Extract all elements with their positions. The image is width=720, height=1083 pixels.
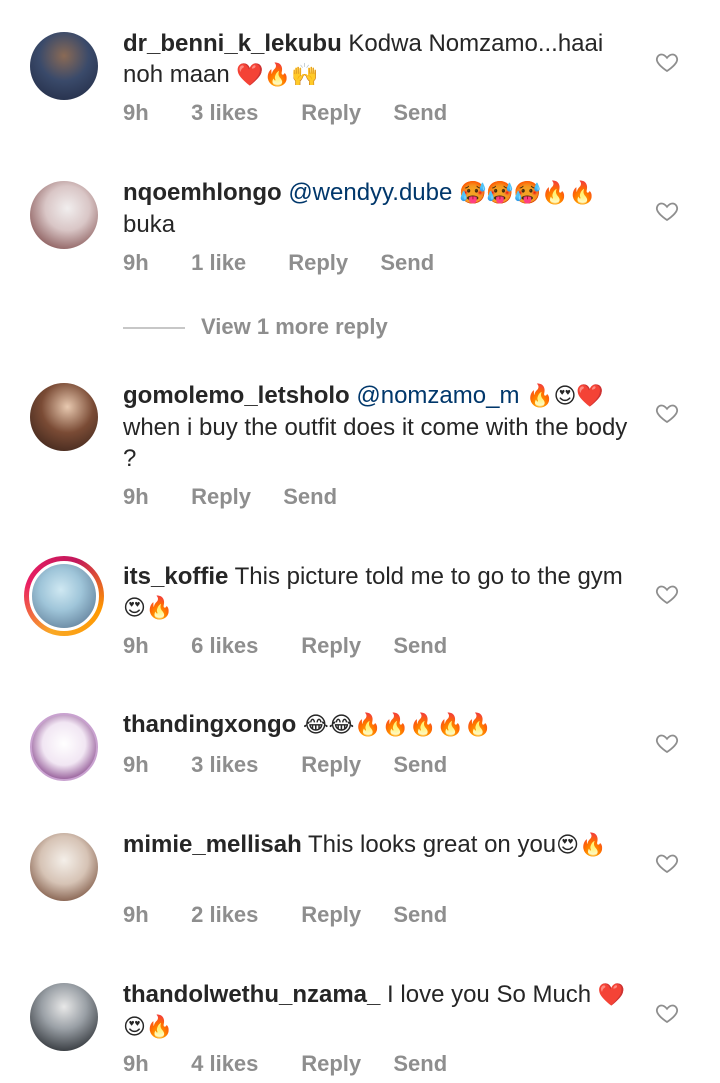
divider bbox=[123, 327, 185, 329]
comment-emoji: 🔥😍❤️ bbox=[526, 384, 604, 409]
reply-button[interactable]: Reply bbox=[301, 633, 387, 659]
reply-button[interactable]: Reply bbox=[288, 250, 374, 276]
comment-likes[interactable]: 1 like bbox=[191, 250, 282, 276]
heart-icon[interactable] bbox=[655, 50, 679, 74]
comment-meta: 9h Reply Send bbox=[123, 484, 337, 510]
comment-time: 9h bbox=[123, 633, 149, 658]
comment-text: gomolemo_letsholo @nomzamo_m 🔥😍❤️ when i… bbox=[123, 380, 628, 474]
avatar bbox=[29, 561, 99, 631]
send-button[interactable]: Send bbox=[393, 752, 447, 778]
comment-username[interactable]: gomolemo_letsholo bbox=[123, 382, 350, 409]
comment-meta: 9h 3 likes Reply Send bbox=[123, 752, 447, 778]
reply-button[interactable]: Reply bbox=[191, 484, 277, 510]
comment-body: This picture told me to go to the gym bbox=[234, 563, 623, 590]
reply-button[interactable]: Reply bbox=[301, 902, 387, 928]
comment-username[interactable]: its_koffie bbox=[123, 563, 228, 590]
comment-text: nqoemhlongo @wendyy.dube 🥵🥵🥵🔥🔥 buka bbox=[123, 177, 628, 240]
comment-text: mimie_mellisah This looks great on you😍🔥 bbox=[123, 829, 628, 861]
reply-button[interactable]: Reply bbox=[301, 100, 387, 126]
view-more-replies-button[interactable]: View 1 more reply bbox=[123, 314, 523, 344]
comment-username[interactable]: nqoemhlongo bbox=[123, 179, 282, 206]
heart-icon[interactable] bbox=[655, 851, 679, 875]
comment-emoji: 😂😂🔥🔥🔥🔥🔥 bbox=[302, 713, 492, 738]
comment-username[interactable]: mimie_mellisah bbox=[123, 831, 302, 858]
heart-icon[interactable] bbox=[655, 401, 679, 425]
avatar[interactable] bbox=[30, 181, 98, 249]
comment-meta: 9h 3 likes Reply Send bbox=[123, 100, 447, 126]
send-button[interactable]: Send bbox=[393, 100, 447, 126]
comment-likes[interactable]: 3 likes bbox=[191, 752, 295, 778]
comment-text: dr_benni_k_lekubu Kodwa Nomzamo...haai n… bbox=[123, 28, 628, 91]
comment-username[interactable]: dr_benni_k_lekubu bbox=[123, 30, 342, 57]
send-button[interactable]: Send bbox=[393, 1051, 447, 1077]
heart-icon[interactable] bbox=[655, 199, 679, 223]
comment-mention[interactable]: @wendyy.dube bbox=[288, 179, 452, 206]
comment-likes[interactable]: 3 likes bbox=[191, 100, 295, 126]
comment-time: 9h bbox=[123, 1051, 149, 1076]
comment-time: 9h bbox=[123, 250, 149, 275]
comment-meta: 9h 4 likes Reply Send bbox=[123, 1051, 447, 1077]
comment-mention[interactable]: @nomzamo_m bbox=[356, 382, 519, 409]
reply-button[interactable]: Reply bbox=[301, 752, 387, 778]
comment-username[interactable]: thandolwethu_nzama_ bbox=[123, 981, 380, 1008]
avatar[interactable] bbox=[30, 713, 98, 781]
avatar-story-ring[interactable] bbox=[24, 556, 104, 636]
send-button[interactable]: Send bbox=[393, 633, 447, 659]
comment-emoji: 😍🔥 bbox=[123, 596, 174, 621]
send-button[interactable]: Send bbox=[283, 484, 337, 510]
comment-text: thandolwethu_nzama_ I love you So Much ❤… bbox=[123, 979, 628, 1043]
comment-body: This looks great on you bbox=[308, 831, 557, 858]
reply-button[interactable]: Reply bbox=[301, 1051, 387, 1077]
comment-body: buka bbox=[123, 211, 176, 238]
heart-icon[interactable] bbox=[655, 1001, 679, 1025]
avatar[interactable] bbox=[30, 383, 98, 451]
avatar[interactable] bbox=[30, 833, 98, 901]
send-button[interactable]: Send bbox=[393, 902, 447, 928]
comment-text: thandingxongo 😂😂🔥🔥🔥🔥🔥 bbox=[123, 709, 628, 741]
view-more-replies-label: View 1 more reply bbox=[201, 314, 388, 339]
comment-text: its_koffie This picture told me to go to… bbox=[123, 561, 628, 624]
comment-time: 9h bbox=[123, 100, 149, 125]
comment-emoji: 😍🔥 bbox=[556, 833, 607, 858]
comment-likes[interactable]: 6 likes bbox=[191, 633, 295, 659]
avatar[interactable] bbox=[30, 983, 98, 1051]
comment-likes[interactable]: 4 likes bbox=[191, 1051, 295, 1077]
avatar[interactable] bbox=[30, 32, 98, 100]
send-button[interactable]: Send bbox=[380, 250, 434, 276]
comment-time: 9h bbox=[123, 484, 149, 509]
comment-meta: 9h 6 likes Reply Send bbox=[123, 633, 447, 659]
comment-meta: 9h 1 like Reply Send bbox=[123, 250, 434, 276]
comment-time: 9h bbox=[123, 752, 149, 777]
comment-meta: 9h 2 likes Reply Send bbox=[123, 902, 447, 928]
comment-time: 9h bbox=[123, 902, 149, 927]
comment-emoji: ❤️🔥🙌 bbox=[236, 63, 319, 88]
heart-icon[interactable] bbox=[655, 582, 679, 606]
comment-body: when i buy the outfit does it come with … bbox=[123, 414, 628, 472]
comment-body: I love you So Much bbox=[387, 981, 592, 1008]
heart-icon[interactable] bbox=[655, 731, 679, 755]
comment-username[interactable]: thandingxongo bbox=[123, 711, 296, 738]
comment-likes[interactable]: 2 likes bbox=[191, 902, 295, 928]
comment-emoji: 🥵🥵🥵🔥🔥 bbox=[459, 181, 596, 206]
